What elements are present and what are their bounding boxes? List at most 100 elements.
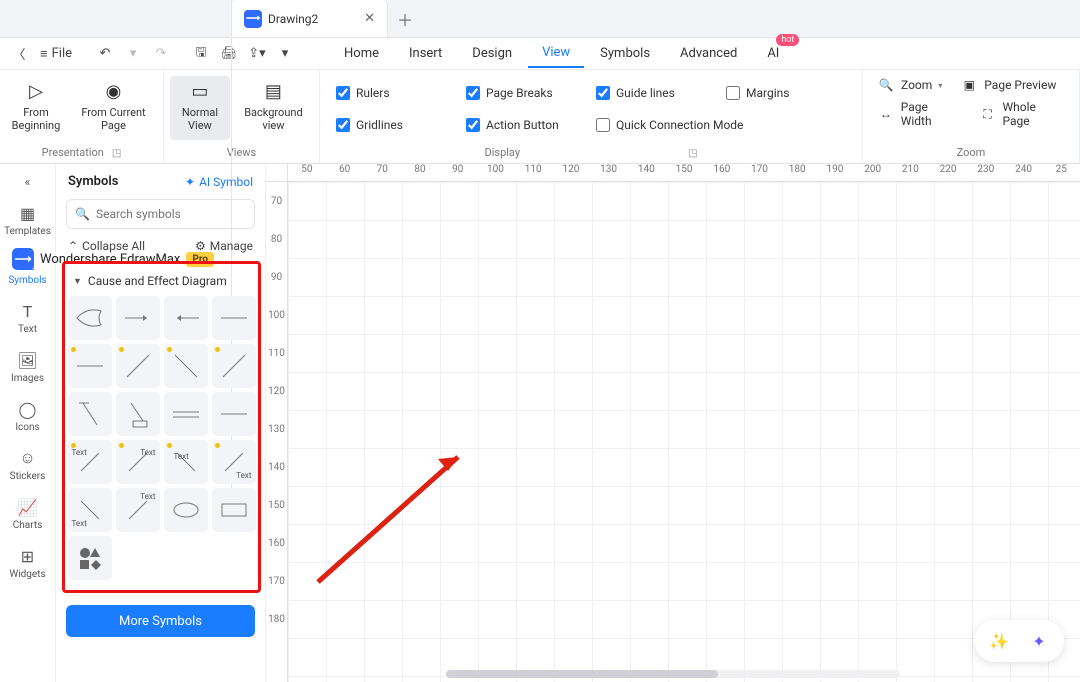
whole-page-icon: ⛶	[979, 105, 997, 123]
vruler-tick: 90	[266, 258, 287, 296]
rulers-label: Rulers	[356, 86, 390, 100]
zoom-button[interactable]: 🔍Zoom▾	[877, 76, 942, 94]
guide-lines-checkbox[interactable]: Guide lines	[596, 78, 716, 108]
horizontal-ruler: 50 60 70 80 90 100 110 120 130 140 150 1…	[288, 164, 1080, 182]
menu-view[interactable]: View	[528, 39, 584, 68]
zoom-label: Zoom	[901, 78, 932, 92]
panel-title: Symbols	[68, 174, 118, 189]
export-button[interactable]: ⇪▾	[244, 41, 270, 67]
ai-symbol-label: AI Symbol	[199, 175, 253, 189]
menu-design[interactable]: Design	[458, 40, 526, 67]
vruler-tick: 80	[266, 220, 287, 258]
rulers-checkbox[interactable]: Rulers	[336, 78, 456, 108]
page-breaks-checkbox[interactable]: Page Breaks	[466, 78, 586, 108]
vruler-tick: 100	[266, 296, 287, 334]
collapse-all-icon: ⌃	[68, 239, 78, 253]
menu-insert[interactable]: Insert	[395, 40, 456, 67]
manage-button[interactable]: ⚙ Manage	[195, 239, 253, 253]
close-tab-icon[interactable]: ✕	[364, 11, 375, 26]
symbol-text-diag6[interactable]: Text	[116, 488, 160, 532]
hruler-tick: 150	[665, 164, 703, 181]
document-tab[interactable]: ⟶ Drawing2 ✕	[232, 0, 388, 37]
category-header[interactable]: ▼ Cause and Effect Diagram	[69, 272, 254, 296]
ribbon-group-display: Rulers Page Breaks Guide lines Margins G…	[320, 70, 863, 163]
horizontal-scrollbar[interactable]	[446, 670, 900, 678]
drawing-canvas[interactable]	[288, 182, 1080, 682]
page-breaks-label: Page Breaks	[486, 86, 553, 100]
new-tab-button[interactable]: ＋	[388, 0, 422, 37]
hruler-tick: 200	[854, 164, 892, 181]
hruler-tick: 220	[929, 164, 967, 181]
symbol-spine-left[interactable]	[164, 296, 208, 340]
symbol-text-diag1[interactable]: Text	[68, 440, 112, 484]
whole-page-button[interactable]: ⛶Whole Page	[979, 100, 1065, 128]
page-width-button[interactable]: ↔ Page Width	[877, 100, 961, 128]
action-button-checkbox[interactable]: Action Button	[466, 110, 586, 140]
symbol-rect[interactable]	[212, 488, 256, 532]
document-title: Drawing2	[268, 12, 318, 26]
symbol-spine-right[interactable]	[116, 296, 160, 340]
search-symbols[interactable]: 🔍	[66, 199, 255, 229]
symbol-double-line[interactable]	[164, 392, 208, 436]
rail-widgets[interactable]: ⊞Widgets	[0, 539, 56, 588]
scroll-thumb[interactable]	[446, 670, 718, 678]
vruler-tick: 120	[266, 372, 287, 410]
symbol-diag-down[interactable]	[164, 344, 208, 388]
vruler-tick: 170	[266, 562, 287, 600]
symbol-rect-line[interactable]	[116, 392, 160, 436]
menu-symbols[interactable]: Symbols	[586, 40, 664, 67]
symbol-text-diag3[interactable]: Text	[164, 440, 208, 484]
symbol-text-diag4[interactable]: Text	[212, 440, 256, 484]
search-input[interactable]	[96, 207, 252, 221]
background-view-icon: ▤	[261, 80, 285, 104]
main-area: « ▦Templates ◫Symbols TText 🖼Images ◯Ico…	[0, 164, 1080, 682]
menu-home[interactable]: Home	[330, 40, 393, 67]
action-button-label: Action Button	[486, 118, 559, 132]
symbol-text-diag2[interactable]: Text	[116, 440, 160, 484]
ribbon-group-zoom: 🔍Zoom▾ ▣Page Preview ↔Page Width ⛶Whole …	[863, 70, 1080, 163]
ai-spark-button[interactable]: ✦	[1024, 626, 1054, 656]
margins-checkbox[interactable]: Margins	[726, 78, 846, 108]
symbol-diag-up[interactable]	[116, 344, 160, 388]
quick-connection-checkbox[interactable]: Quick Connection Mode	[596, 110, 846, 140]
page-preview-label: Page Preview	[984, 78, 1056, 92]
page-width-icon: ↔	[877, 105, 895, 123]
display-dialog-launcher[interactable]: ◳	[688, 148, 697, 159]
manage-label: Manage	[210, 239, 253, 253]
collapse-all-button[interactable]: ⌃ Collapse All	[68, 239, 145, 253]
gridlines-checkbox[interactable]: Gridlines	[336, 110, 456, 140]
margins-label: Margins	[746, 86, 789, 100]
zoom-icon: 🔍	[877, 76, 895, 94]
vruler-tick: 110	[266, 334, 287, 372]
symbol-diag2[interactable]	[212, 344, 256, 388]
collapse-all-label: Collapse All	[82, 239, 145, 253]
symbol-shape-cluster[interactable]	[68, 536, 112, 580]
menu-ai[interactable]: AI hot	[753, 40, 793, 67]
page-preview-button[interactable]: ▣ Page Preview	[960, 76, 1056, 94]
page-preview-icon: ▣	[960, 76, 978, 94]
more-qat-button[interactable]: ▾	[272, 41, 298, 67]
symbol-single-line[interactable]	[212, 392, 256, 436]
symbol-text-diag5[interactable]: Text	[68, 488, 112, 532]
page-width-label: Page Width	[901, 100, 961, 128]
vruler-tick: 130	[266, 410, 287, 448]
ai-fab: ✨ ✦	[974, 620, 1064, 662]
gear-icon: ⚙	[195, 239, 206, 253]
ai-symbol-button[interactable]: ✦AI Symbol	[185, 175, 253, 189]
symbol-hline-dot[interactable]	[68, 344, 112, 388]
symbol-ellipse[interactable]	[164, 488, 208, 532]
zoom-group-label: Zoom	[869, 146, 1073, 161]
hruler-tick: 60	[326, 164, 364, 181]
menu-advanced[interactable]: Advanced	[666, 40, 751, 67]
vruler-tick: 70	[266, 182, 287, 220]
vertical-ruler: 70 80 90 100 110 120 130 140 150 160 170…	[266, 182, 288, 682]
ruler-corner	[266, 164, 288, 182]
ai-wand-button[interactable]: ✨	[984, 626, 1014, 656]
symbol-t-line[interactable]	[68, 392, 112, 436]
display-group-label: Display	[485, 146, 521, 161]
symbol-line[interactable]	[212, 296, 256, 340]
more-symbols-button[interactable]: More Symbols	[66, 605, 255, 637]
symbol-fish-head[interactable]	[68, 296, 112, 340]
background-view-button[interactable]: ▤ Background view	[234, 76, 313, 140]
hruler-tick: 160	[703, 164, 741, 181]
